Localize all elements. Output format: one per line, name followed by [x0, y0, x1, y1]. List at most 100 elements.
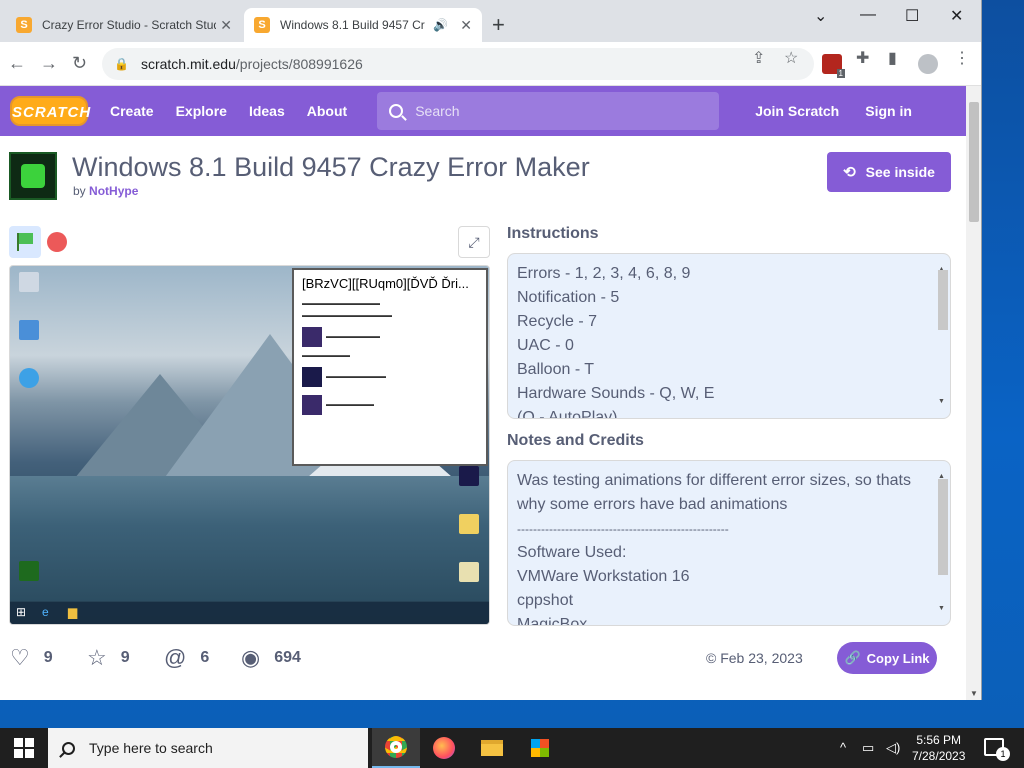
url-path: /projects/808991626 — [235, 56, 363, 72]
project-stage[interactable]: [BRzVC][[RUqm0][ĎVĎ Ďri... ▬▬▬▬▬▬▬▬▬▬▬▬▬… — [9, 265, 490, 625]
clock-date: 7/28/2023 — [912, 749, 966, 763]
tab-title: Crazy Error Studio - Scratch Studio — [42, 18, 217, 32]
speaker-icon[interactable]: 🔊 — [433, 18, 448, 32]
heart-icon: ♡ — [10, 645, 30, 670]
profile-avatar-icon[interactable] — [918, 54, 938, 74]
nav-explore[interactable]: Explore — [176, 103, 227, 119]
taskbar-clock[interactable]: 5:56 PM 7/28/2023 — [912, 732, 965, 764]
copyright-icon: © — [706, 650, 717, 666]
maximize-button[interactable]: ☐ — [905, 6, 919, 26]
new-tab-button[interactable]: + — [492, 14, 505, 36]
chrome-taskbar-icon[interactable] — [372, 728, 420, 768]
nav-create[interactable]: Create — [110, 103, 154, 119]
favorite-stat[interactable]: ☆ 9 — [87, 645, 130, 671]
notes-line: VMWare Workstation 16 — [517, 568, 690, 585]
bookmark-star-icon[interactable]: ☆ — [784, 48, 798, 68]
desktop-icon-ie — [14, 368, 44, 390]
notes-line: MagicBox — [517, 616, 588, 626]
firefox-taskbar-icon[interactable] — [420, 728, 468, 768]
minimize-button[interactable]: — — [860, 6, 876, 24]
file-explorer-taskbar-icon[interactable] — [468, 728, 516, 768]
scratch-search-input[interactable]: Search — [377, 92, 720, 130]
taskbar-search-input[interactable]: Type here to search — [48, 728, 368, 768]
join-scratch-link[interactable]: Join Scratch — [755, 103, 839, 119]
notes-line: why some errors have bad animations — [517, 496, 788, 513]
green-flag-button[interactable] — [9, 226, 41, 258]
browser-window: S Crazy Error Studio - Scratch Studio ✕ … — [0, 0, 982, 700]
project-thumbnail — [9, 152, 57, 200]
url-input[interactable]: 🔒 scratch.mit.edu /projects/808991626 — [102, 48, 814, 80]
page-scrollbar[interactable]: ▼ — [966, 86, 981, 700]
search-placeholder: Search — [415, 103, 460, 119]
volume-icon[interactable]: ◁) — [886, 740, 900, 756]
scrollbar-thumb[interactable] — [969, 102, 979, 222]
author-link[interactable]: NotHype — [89, 184, 138, 198]
notes-heading: Notes and Credits — [507, 432, 644, 449]
tab-windows-error-maker[interactable]: S Windows 8.1 Build 9457 Crazy Error Mak… — [244, 8, 482, 42]
notification-badge: 1 — [996, 747, 1010, 761]
eye-icon: ◉ — [241, 645, 261, 670]
instructions-heading: Instructions — [507, 225, 599, 242]
copy-link-button[interactable]: 🔗 Copy Link — [837, 642, 937, 674]
fullscreen-button[interactable]: ⤢ — [458, 226, 490, 258]
desktop-icon-app — [454, 466, 484, 488]
project-author-line: by NotHype — [73, 184, 138, 198]
nav-ideas[interactable]: Ideas — [249, 103, 285, 119]
scratch-favicon-icon: S — [16, 17, 32, 33]
forward-icon[interactable]: → — [40, 53, 58, 74]
instructions-box[interactable]: Errors - 1, 2, 3, 4, 6, 8, 9 Notificatio… — [507, 253, 951, 419]
see-inside-button[interactable]: ⟲ See inside — [827, 152, 951, 192]
notes-scrollbar[interactable]: ▲ ▼ — [936, 465, 948, 621]
stage-taskbar: ⊞ e ▆ — [10, 602, 489, 624]
sign-in-link[interactable]: Sign in — [865, 103, 912, 119]
start-button[interactable] — [14, 738, 34, 758]
extensions-puzzle-icon[interactable]: ✚ — [856, 48, 869, 68]
notification-center-icon[interactable]: 1 — [984, 738, 1010, 761]
scroll-down-arrow-icon[interactable]: ▼ — [938, 597, 945, 621]
remix-stat: @ 6 — [164, 645, 209, 671]
scratch-logo[interactable]: SCRATCH — [10, 96, 90, 126]
stage-start-icon: ⊞ — [16, 605, 27, 619]
tab-search-icon[interactable]: ⌄ — [814, 6, 827, 26]
network-icon[interactable]: ▭ — [862, 740, 874, 756]
stop-button[interactable] — [47, 232, 67, 252]
notes-box[interactable]: Was testing animations for different err… — [507, 460, 951, 626]
back-icon[interactable]: ← — [8, 53, 26, 74]
scroll-down-arrow-icon[interactable]: ▼ — [938, 390, 945, 414]
desktop-icon-pc — [14, 272, 44, 294]
views-stat: ◉ 694 — [241, 645, 301, 671]
scrollbar-thumb[interactable] — [938, 270, 948, 330]
ublock-extension-icon[interactable]: 1 — [822, 54, 845, 78]
url-domain: scratch.mit.edu — [140, 56, 236, 72]
browser-menu-icon[interactable]: ⋮ — [954, 48, 970, 68]
instructions-line: Notification - 5 — [517, 289, 620, 306]
clock-time: 5:56 PM — [916, 733, 962, 747]
close-window-button[interactable]: ✕ — [950, 6, 963, 26]
desktop-icon-project — [14, 561, 44, 583]
autoplay-popup: [BRzVC][[RUqm0][ĎVĎ Ďri... ▬▬▬▬▬▬▬▬▬▬▬▬▬… — [292, 268, 488, 466]
stage-ie-icon: e — [42, 605, 49, 619]
desktop-icon-network — [14, 320, 44, 342]
tray-chevron-icon[interactable]: ^ — [840, 740, 846, 755]
popup-item: ▬▬▬▬▬▬▬▬▬ — [294, 327, 486, 347]
nav-about[interactable]: About — [307, 103, 347, 119]
side-panel-icon[interactable]: ▮ — [888, 48, 897, 68]
by-label: by — [73, 184, 86, 198]
tab-crazy-error-studio[interactable]: S Crazy Error Studio - Scratch Studio ✕ — [6, 8, 242, 42]
link-icon: 🔗 — [844, 650, 861, 665]
instructions-scrollbar[interactable]: ▲ ▼ — [936, 258, 948, 414]
close-tab-icon[interactable]: ✕ — [460, 17, 472, 34]
store-taskbar-icon[interactable] — [516, 728, 564, 768]
instructions-line: Recycle - 7 — [517, 313, 598, 330]
love-stat[interactable]: ♡ 9 — [10, 645, 53, 671]
lock-icon[interactable]: 🔒 — [114, 57, 129, 71]
scroll-down-arrow-icon[interactable]: ▼ — [970, 689, 978, 698]
popup-text: ▬▬▬▬▬▬▬▬ — [302, 353, 350, 359]
scrollbar-thumb[interactable] — [938, 479, 948, 575]
reload-icon[interactable]: ↻ — [72, 53, 87, 74]
share-icon[interactable]: ⇪ — [752, 48, 765, 68]
desktop-icon-folder — [454, 514, 484, 536]
close-tab-icon[interactable]: ✕ — [220, 17, 232, 34]
project-title: Windows 8.1 Build 9457 Crazy Error Maker — [72, 152, 590, 182]
remix-spiral-icon: @ — [164, 645, 187, 670]
